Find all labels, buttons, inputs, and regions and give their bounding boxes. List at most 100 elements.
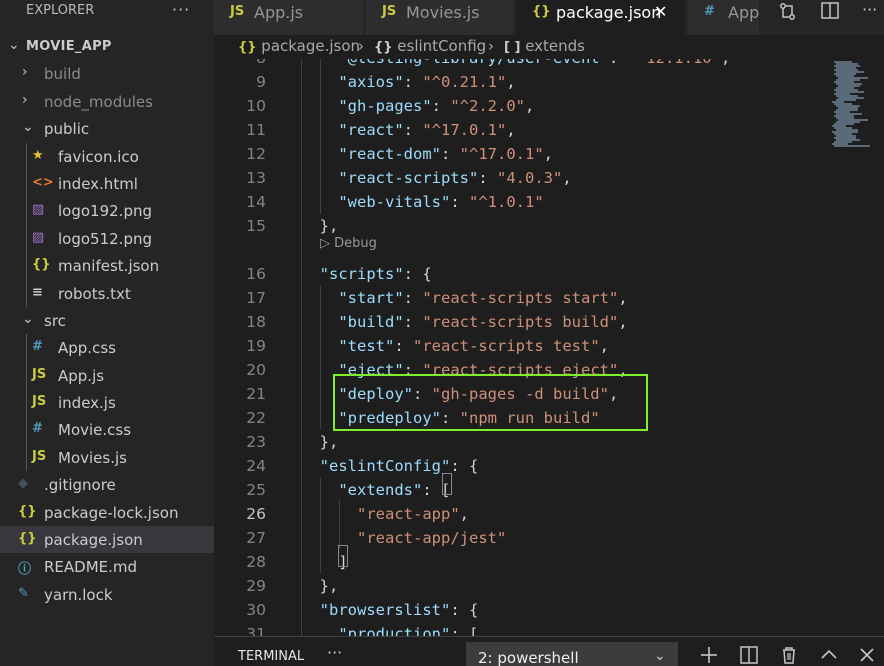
code-line[interactable]: 28 ] [214, 551, 884, 575]
code-line[interactable]: 18 "build": "react-scripts build", [214, 311, 884, 335]
code-line[interactable]: 23 }, [214, 431, 884, 455]
chevron-down-icon: ⌄ [22, 119, 34, 136]
tree-item-label: Movies.js [58, 448, 127, 467]
tab-package-json[interactable]: {} package.json ✕ [516, 0, 686, 35]
code-line[interactable]: 31 "production": [ [214, 623, 884, 636]
tree-file[interactable]: JS index.js [0, 389, 214, 416]
code-line[interactable]: 12 "react-dom": "^17.0.1", [214, 143, 884, 167]
line-number: 28 [246, 553, 266, 571]
code-line[interactable]: 17 "start": "react-scripts start", [214, 287, 884, 311]
chevron-up-icon[interactable] [818, 644, 840, 666]
line-number: 11 [246, 121, 266, 139]
tab-label: App.cs [728, 3, 760, 22]
terminal-select[interactable]: 2: powershell ⌄ [466, 642, 678, 666]
tree-file[interactable]: JS App.js [0, 362, 214, 389]
line-number: 16 [246, 265, 266, 283]
close-icon[interactable] [856, 644, 878, 666]
tree-file[interactable]: {} manifest.json [0, 252, 214, 279]
breadcrumb-section[interactable]: {} eslintConfig [374, 37, 486, 55]
code-text: "browserslist": { [319, 601, 479, 619]
debug-codelens[interactable]: ▷ Debug [320, 236, 377, 251]
tree-root-folder[interactable]: ⌄ MOVIE_APP [0, 33, 214, 60]
tree-file[interactable]: ▨ logo512.png [0, 225, 214, 252]
tab-movies-js[interactable]: JS Movies.js [366, 0, 514, 35]
code-text: }, [301, 217, 339, 235]
tree-file[interactable]: ✎ yarn.lock [0, 581, 214, 608]
code-text: "axios": "^0.21.1", [338, 73, 516, 91]
css-icon: # [32, 339, 43, 355]
bracket-match-open [442, 473, 452, 495]
code-text: "extends": [ [338, 481, 451, 499]
tree-file[interactable]: # App.css [0, 334, 214, 361]
tree-file[interactable]: ⓘ README.md [0, 553, 214, 580]
code-line[interactable]: 26 "react-app", [214, 503, 884, 527]
line-number: 9 [256, 73, 266, 91]
code-text: "production": [ [338, 625, 479, 636]
breadcrumb-leaf[interactable]: [ ] extends [504, 37, 585, 55]
code-line[interactable]: 15 }, [214, 215, 884, 239]
tree-folder[interactable]: › build [0, 60, 214, 87]
code-line[interactable]: 13 "react-scripts": "4.0.3", [214, 167, 884, 191]
tree-file[interactable]: # Movie.css [0, 416, 214, 443]
code-text: }, [301, 577, 339, 595]
bracket-match-close [338, 545, 348, 567]
code-line[interactable]: 30 "browserslist": { [214, 599, 884, 623]
panel-more-icon[interactable]: ··· [327, 643, 342, 662]
line-number: 18 [246, 313, 266, 331]
code-line[interactable]: 16 "scripts": { [214, 263, 884, 287]
code-line[interactable]: 8 "@testing-library/user-event": "^12.1.… [214, 59, 884, 71]
tree-item-label: favicon.ico [58, 147, 139, 166]
split-editor-icon[interactable] [816, 0, 844, 24]
tree-file[interactable]: ◆ .gitignore [0, 471, 214, 498]
code-text: }, [301, 433, 339, 451]
tab-label: Movies.js [406, 3, 480, 22]
breadcrumb-file[interactable]: {} package.json [238, 37, 360, 55]
editor-tab-bar: JS App.js JS Movies.js {} package.json✕ # App.c… [214, 0, 884, 35]
tab-app-js[interactable]: JS App.js [214, 0, 364, 35]
tree-folder[interactable]: ⌄ src [0, 307, 214, 334]
tree-file[interactable]: JS Movies.js [0, 444, 214, 471]
tree-file[interactable]: {} package.json [0, 526, 214, 554]
tree-file[interactable]: ★ favicon.ico [0, 143, 214, 170]
explorer-title: EXPLORER [26, 3, 95, 18]
tree-file[interactable]: ▨ logo192.png [0, 197, 214, 224]
line-number: 23 [246, 433, 266, 451]
chevron-right-icon: › [22, 64, 28, 81]
code-editor[interactable]: 8 "@testing-library/user-event": "^12.1.… [214, 59, 884, 636]
minimap[interactable] [824, 59, 884, 636]
tree-item-label: public [44, 120, 90, 139]
explorer-more-actions-icon[interactable]: ··· [172, 0, 190, 19]
tab-app-cs[interactable]: # App.cs [688, 0, 760, 35]
tree-item-label: package.json [44, 531, 143, 550]
code-line[interactable]: 10 "gh-pages": "^2.2.0", [214, 95, 884, 119]
code-line[interactable]: 11 "react": "^17.0.1", [214, 119, 884, 143]
close-icon[interactable]: ✕ [654, 2, 667, 21]
tree-item-label: Movie.css [58, 421, 132, 440]
trash-icon[interactable] [778, 644, 800, 666]
star-icon: ★ [32, 147, 44, 163]
code-line[interactable]: 25 "extends": [ [214, 479, 884, 503]
code-line[interactable]: 9 "axios": "^0.21.1", [214, 71, 884, 95]
tree-item-label: node_modules [44, 92, 153, 111]
code-line[interactable]: 24 "eslintConfig": { [214, 455, 884, 479]
tree-file[interactable]: <> index.html [0, 170, 214, 197]
tree-file[interactable]: ≡ robots.txt [0, 280, 214, 307]
tree-folder[interactable]: ⌄ public [0, 115, 214, 142]
code-text: "start": "react-scripts start", [338, 289, 628, 307]
tree-item-label: logo192.png [58, 202, 152, 221]
tree-folder[interactable]: › node_modules [0, 88, 214, 115]
code-line[interactable]: 19 "test": "react-scripts test", [214, 335, 884, 359]
tab-terminal[interactable]: TERMINAL [238, 649, 304, 664]
code-line[interactable]: 29 }, [214, 575, 884, 599]
add-terminal-icon[interactable] [698, 644, 720, 666]
array-icon: [ ] [504, 40, 521, 55]
more-actions-icon[interactable]: ··· [862, 0, 877, 19]
indent-guide [320, 285, 321, 429]
tree-file[interactable]: {} package-lock.json [0, 499, 214, 526]
code-line[interactable]: 27 "react-app/jest" [214, 527, 884, 551]
code-line[interactable]: 14 "web-vitals": "^1.0.1" [214, 191, 884, 215]
line-number: 13 [246, 169, 266, 187]
tab-label: package.json [556, 3, 662, 22]
source-control-compare-icon[interactable] [774, 0, 802, 24]
split-terminal-icon[interactable] [738, 644, 760, 666]
